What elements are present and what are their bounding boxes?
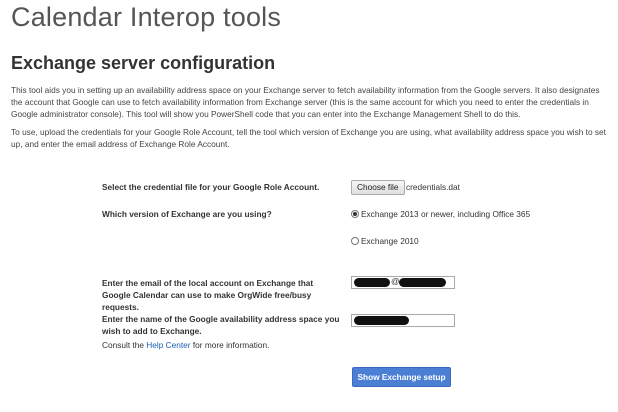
redacted-text (354, 316, 409, 325)
description-paragraph: This tool aids you in setting up an avai… (11, 85, 600, 119)
description-paragraph: To use, upload the credentials for your … (11, 127, 606, 149)
hint-suffix: for more information. (190, 340, 270, 350)
radio-unselected-icon[interactable] (351, 236, 359, 245)
redacted-text (354, 278, 390, 287)
redacted-text (399, 278, 446, 287)
email-label: Enter the email of the local account on … (102, 278, 314, 312)
help-center-link[interactable]: Help Center (146, 340, 190, 350)
radio-option-exchange-2013[interactable]: Exchange 2013 or newer, including Office… (351, 209, 531, 221)
selected-file-name: credentials.dat (406, 182, 460, 192)
radio-selected-icon[interactable] (351, 209, 359, 218)
credential-file-label: Select the credential file for your Goog… (102, 182, 320, 192)
email-field[interactable]: @ (351, 276, 455, 289)
page-title: Exchange server configuration (11, 53, 276, 73)
help-hint: Consult the Help Center for more informa… (102, 340, 269, 350)
app-title: Calendar Interop tools (11, 2, 282, 32)
choose-file-button[interactable]: Choose file (351, 180, 405, 195)
show-exchange-setup-button[interactable]: Show Exchange setup (352, 367, 451, 387)
exchange-version-label: Which version of Exchange are you using? (102, 209, 272, 219)
hint-prefix: Consult the (102, 340, 147, 350)
address-space-label: Enter the name of the Google availabilit… (102, 314, 340, 336)
radio-option-exchange-2010[interactable]: Exchange 2010 (351, 236, 531, 248)
address-space-field[interactable] (351, 314, 455, 327)
radio-option-label: Exchange 2010 (361, 236, 419, 246)
radio-option-label: Exchange 2013 or newer, including Office… (361, 209, 531, 219)
